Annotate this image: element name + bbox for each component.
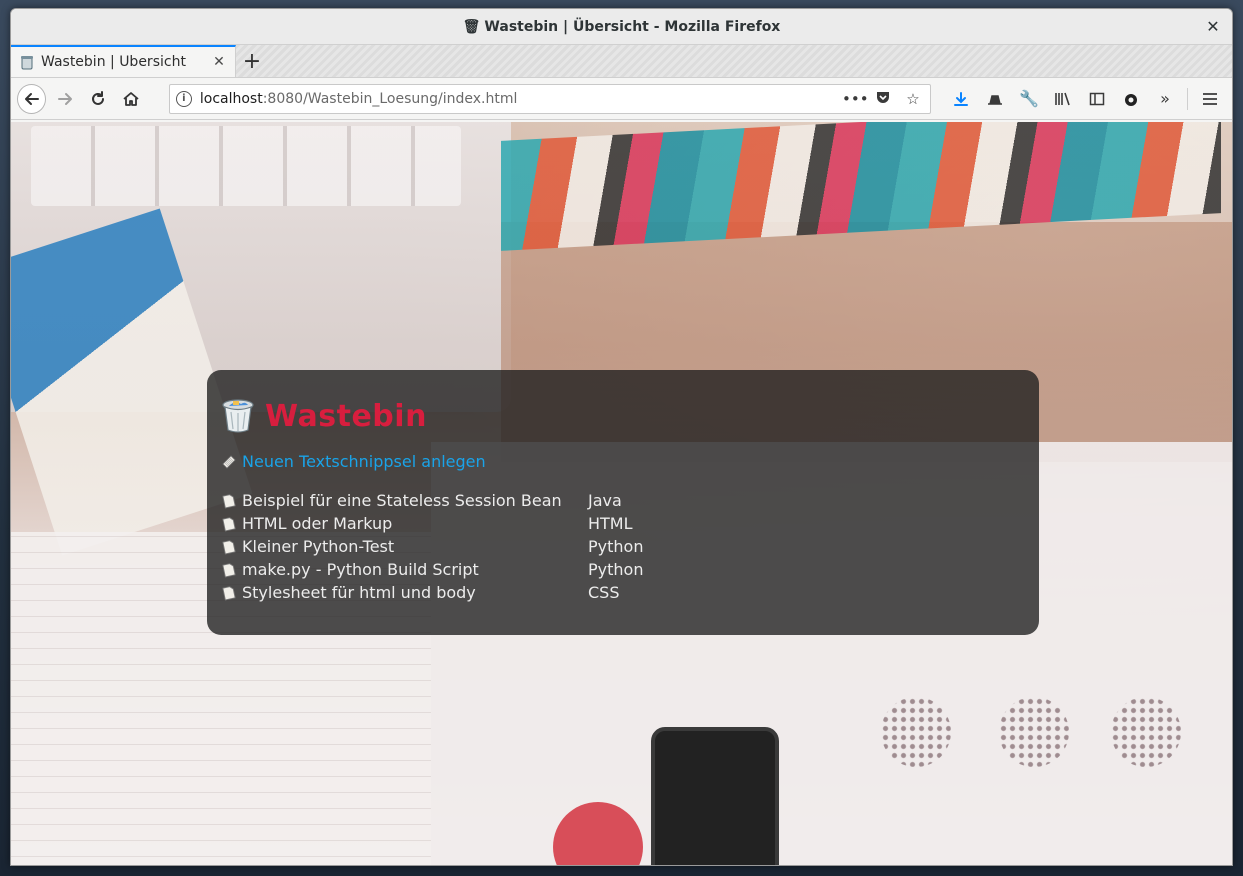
new-tab-button[interactable]: + [236, 45, 268, 77]
url-bar[interactable]: i localhost:8080/Wastebin_Loesung/index.… [168, 83, 932, 114]
url-text[interactable]: localhost:8080/Wastebin_Loesung/index.ht… [200, 91, 834, 107]
title-bar: 🗑 Wastebin | Übersicht - Mozilla Firefox… [11, 9, 1232, 45]
brand-header: Wastebin [221, 396, 1021, 436]
list-item[interactable]: Beispiel für eine Stateless Session Bean… [221, 489, 1021, 512]
tab-close-icon[interactable]: ✕ [211, 54, 227, 70]
snippet-language: Java [588, 491, 622, 510]
snippet-name[interactable]: Stylesheet für html und body [242, 583, 476, 602]
snippet-name-cell: Kleiner Python-Test [221, 537, 588, 556]
list-item[interactable]: HTML oder Markup HTML [221, 512, 1021, 535]
new-snippet-link[interactable]: Neuen Textschnippsel anlegen [242, 452, 486, 471]
sidebar-icon[interactable] [1081, 84, 1113, 114]
tab-strip: Wastebin | Übersicht ✕ + [11, 45, 1232, 78]
extension-hat-icon[interactable] [979, 84, 1011, 114]
snippet-name-cell: Stylesheet für html und body [221, 583, 588, 602]
reload-icon [91, 90, 104, 105]
back-button[interactable] [17, 83, 47, 114]
back-arrow-icon [24, 92, 39, 105]
toolbar-right: 🔧 » [945, 84, 1226, 114]
page-actions-icon[interactable]: ••• [842, 90, 869, 108]
snippet-language: Python [588, 560, 644, 579]
library-icon[interactable] [1047, 84, 1079, 114]
snippet-language: CSS [588, 583, 620, 602]
window-title: 🗑 Wastebin | Übersicht - Mozilla Firefox [463, 19, 781, 35]
main-panel: Wastebin Neuen Textschnippsel anlegen Be… [207, 370, 1039, 635]
snippet-name-cell: Beispiel für eine Stateless Session Bean [221, 491, 588, 510]
list-item[interactable]: Stylesheet für html und body CSS [221, 581, 1021, 604]
navigation-bar: i localhost:8080/Wastebin_Loesung/index.… [11, 78, 1232, 120]
document-icon [222, 493, 236, 508]
home-button[interactable] [116, 84, 145, 114]
site-info-icon[interactable]: i [175, 90, 192, 107]
extension-swirl-icon[interactable] [1115, 84, 1147, 114]
page-title: Wastebin [265, 398, 427, 434]
browser-window: 🗑 Wastebin | Übersicht - Mozilla Firefox… [10, 8, 1233, 866]
list-item[interactable]: make.py - Python Build Script Python [221, 558, 1021, 581]
snippet-name[interactable]: make.py - Python Build Script [242, 560, 479, 579]
background-dots-image [999, 697, 1069, 767]
background-keyboard-image [31, 126, 461, 206]
tab-wastebin[interactable]: Wastebin | Übersicht ✕ [11, 45, 236, 77]
snippet-name[interactable]: Kleiner Python-Test [242, 537, 394, 556]
window-close-icon[interactable]: ✕ [1204, 18, 1222, 36]
toolbar-separator [1187, 87, 1189, 110]
background-dots-image [1111, 697, 1181, 767]
new-note-icon [222, 454, 236, 469]
tab-favicon-icon [21, 56, 33, 70]
snippet-name[interactable]: HTML oder Markup [242, 514, 392, 533]
page-content: Wastebin Neuen Textschnippsel anlegen Be… [11, 122, 1232, 865]
bookmark-star-icon[interactable]: ☆ [902, 90, 924, 108]
reload-button[interactable] [83, 84, 112, 114]
tab-label: Wastebin | Übersicht [41, 54, 186, 70]
wrench-icon[interactable]: 🔧 [1013, 84, 1045, 114]
snippet-list: Beispiel für eine Stateless Session Bean… [221, 489, 1021, 604]
snippet-language: Python [588, 537, 644, 556]
wastebin-logo-icon [222, 399, 254, 433]
snippet-language: HTML [588, 514, 633, 533]
home-icon [123, 91, 139, 106]
document-icon [222, 562, 236, 577]
list-item[interactable]: Kleiner Python-Test Python [221, 535, 1021, 558]
document-icon [222, 516, 236, 531]
forward-button[interactable] [50, 84, 79, 114]
downloads-icon[interactable] [945, 84, 977, 114]
wastebin-small-icon: 🗑 [462, 18, 481, 35]
document-icon [222, 539, 236, 554]
document-icon [222, 585, 236, 600]
snippet-name-cell: make.py - Python Build Script [221, 560, 588, 579]
pocket-icon[interactable] [872, 89, 894, 109]
background-phone-image [651, 727, 779, 865]
hamburger-menu-icon[interactable] [1194, 84, 1226, 114]
background-dots-image [881, 697, 951, 767]
window-title-text: Wastebin | Übersicht - Mozilla Firefox [484, 18, 781, 35]
snippet-name[interactable]: Beispiel für eine Stateless Session Bean [242, 491, 562, 510]
snippet-name-cell: HTML oder Markup [221, 514, 588, 533]
new-snippet-row: Neuen Textschnippsel anlegen [221, 452, 1021, 471]
overflow-chevron-icon[interactable]: » [1149, 84, 1181, 114]
url-path: :8080/Wastebin_Loesung/index.html [262, 90, 518, 107]
forward-arrow-icon [57, 92, 72, 105]
url-host: localhost [199, 90, 263, 107]
